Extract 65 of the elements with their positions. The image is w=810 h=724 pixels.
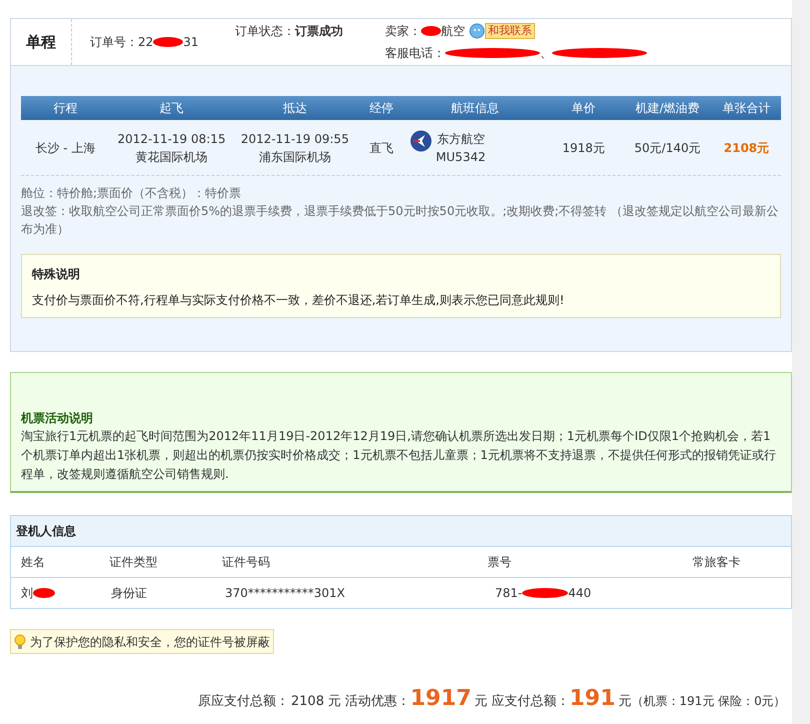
flight-number: MU5342 <box>436 148 486 166</box>
column-header: 经停 <box>368 100 394 117</box>
arrive-time: 2012-11-19 09:55 <box>240 130 349 148</box>
discount-amount: 1917 <box>410 685 472 713</box>
id-type: 身份证 <box>111 585 148 602</box>
special-note-title: 特殊说明 <box>32 266 81 283</box>
phone-label: 客服电话： <box>385 45 445 62</box>
payment-breakdown: （机票：191元 保险：0元） <box>631 693 786 710</box>
status-label: 订单状态： <box>235 23 295 40</box>
arrive-airport: 浦东国际机场 <box>258 148 331 166</box>
passenger-title: 登机人信息 <box>16 523 76 540</box>
column-header: 姓名 <box>21 554 46 571</box>
unit-price: 1918元 <box>561 140 606 156</box>
redaction-mark <box>33 587 55 599</box>
fees: 50元/140元 <box>633 140 702 156</box>
fare-note: 舱位：特价舱;票面价（不含税）：特价票 <box>21 185 242 202</box>
id-number: 370***********301X <box>225 585 346 602</box>
chat-icon <box>469 23 485 39</box>
column-header: 票号 <box>488 554 513 571</box>
column-header: 证件号码 <box>222 554 271 571</box>
seller-label: 卖家： <box>385 23 421 40</box>
payable-amount: 191 <box>569 685 616 713</box>
column-header: 单张合计 <box>721 100 772 117</box>
special-note-text: 支付价与票面价不符,行程单与实际支付价格不一致，差价不退还,若订单生成,则表示您已同意此规则! <box>32 292 566 309</box>
column-header: 抵达 <box>282 100 308 117</box>
column-header: 起飞 <box>158 100 185 117</box>
order-number-label: 订单号： <box>90 34 138 51</box>
original-total-label: 原应支付总额： <box>198 693 289 711</box>
column-header: 证件类型 <box>110 554 159 571</box>
passenger-name: 刘 <box>21 585 33 602</box>
column-header: 机建/燃油费 <box>634 100 701 117</box>
lightbulb-icon <box>14 634 26 650</box>
ticket-number-end: 440 <box>568 585 592 602</box>
discount-label: 活动优惠： <box>345 693 410 711</box>
column-header: 行程 <box>52 100 78 117</box>
column-header: 单价 <box>570 100 597 117</box>
depart-time: 2012-11-19 08:15 <box>117 130 226 148</box>
column-header: 常旅客卡 <box>692 554 742 571</box>
privacy-tip-text: 为了保护您的隐私和安全，您的证件号被屏蔽 <box>30 634 270 650</box>
column-header: 航班信息 <box>450 100 500 117</box>
fare-note: 退改签：收取航空公司正常票面价5%的退票手续费，退票手续费低于50元时按50元收取。;改期收费;不得签转 （退改签规定以航空公司最新公布为准） <box>21 203 780 238</box>
airline-logo-icon <box>410 130 432 152</box>
ticket-total: 2108元 <box>722 140 770 156</box>
order-number: 22 <box>138 34 154 51</box>
trip-type: 单程 <box>25 32 57 53</box>
stops: 直飞 <box>368 140 394 156</box>
order-number-end: 31 <box>183 34 199 51</box>
contact-button[interactable]: 和我联系 <box>485 23 535 39</box>
redaction-mark <box>522 587 568 599</box>
payable-label: 应支付总额： <box>491 693 570 711</box>
payable-unit: 元 <box>618 693 632 711</box>
phone-separator: 、 <box>540 45 552 62</box>
promo-text: 淘宝旅行1元机票的起飞时间范围为2012年11月19日-2012年12月19日,请您确认机票所选出发日期；1元机票每个ID仅限1个抢购机会，若1个机票订单内超出1张机票，则超出的机票仍按实时价格成交；1元机票不包括儿童票；1元机票将不支持退票，不提供任何形式的报销凭证或行程单，改签规则遵循航空公司销售规则. <box>21 428 777 483</box>
promo-title: 机票活动说明 <box>21 410 94 427</box>
discount-unit: 元 <box>474 693 488 711</box>
depart-airport: 黄花国际机场 <box>136 148 208 166</box>
route: 长沙 - 上海 <box>34 140 96 156</box>
redaction-mark <box>421 25 441 37</box>
seller-name: 航空 <box>441 23 465 40</box>
redaction-mark <box>153 36 184 48</box>
ticket-number: 781- <box>495 585 522 602</box>
original-total: 2108 元 <box>291 693 342 711</box>
scrollbar-track[interactable] <box>792 0 810 724</box>
order-status: 订票成功 <box>295 23 343 40</box>
airline-name: 东方航空 <box>436 130 485 148</box>
